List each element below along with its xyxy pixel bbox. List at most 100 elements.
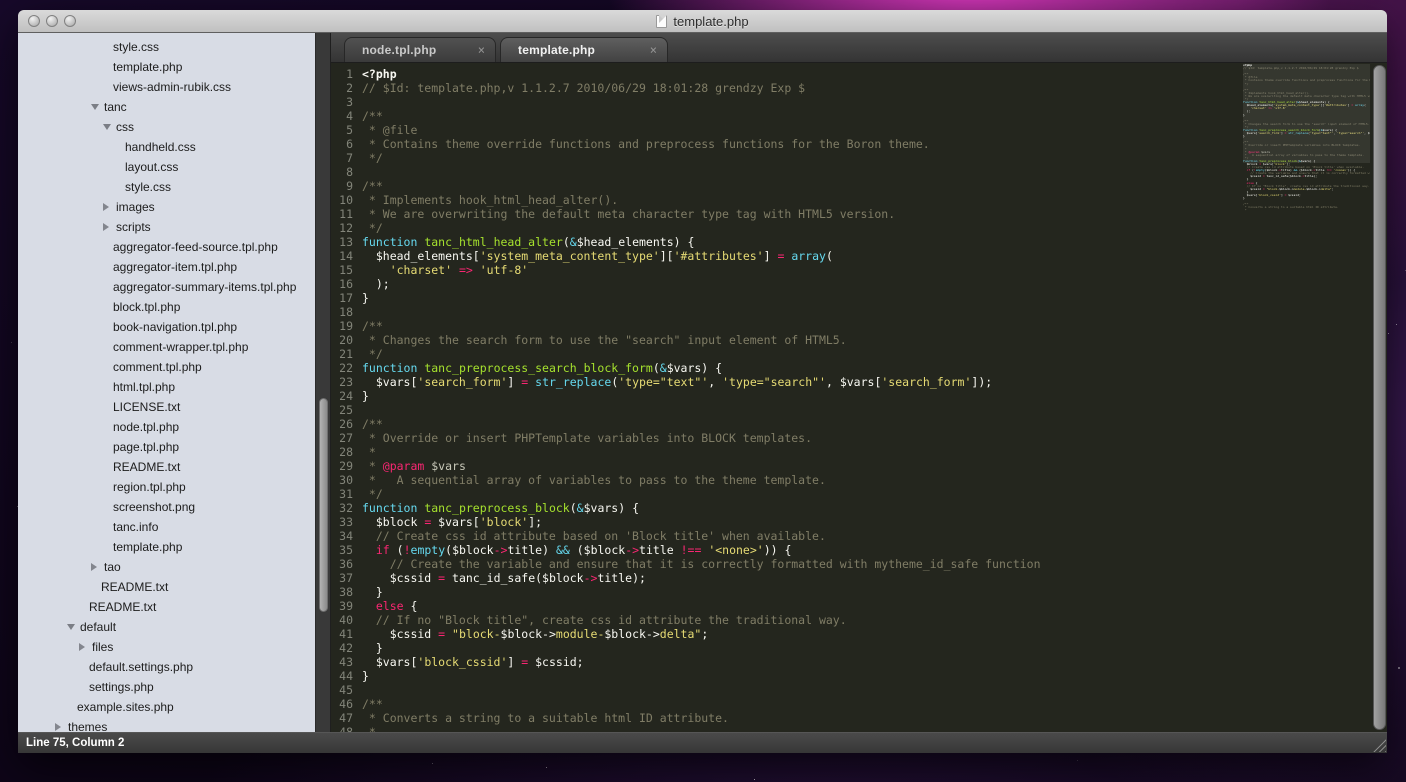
disclosure-triangle-collapsed-icon[interactable] (79, 643, 88, 651)
code-line[interactable]: 31 */ (331, 487, 1387, 501)
code-line[interactable]: 24} (331, 389, 1387, 403)
tree-file-block.tpl.php[interactable]: block.tpl.php (18, 297, 315, 317)
disclosure-triangle-collapsed-icon[interactable] (103, 223, 112, 231)
minimize-window-button[interactable] (46, 15, 58, 27)
code-line[interactable]: 36 // Create the variable and ensure tha… (331, 557, 1387, 571)
tree-folder-tao[interactable]: tao (18, 557, 315, 577)
code-line[interactable]: 26/** (331, 417, 1387, 431)
minimap[interactable]: <?php// $Id: template.php,v 1.1.2.7 2010… (1243, 64, 1370, 216)
tree-file-region.tpl.php[interactable]: region.tpl.php (18, 477, 315, 497)
code-line[interactable]: 1<?php (331, 67, 1387, 81)
disclosure-triangle-collapsed-icon[interactable] (55, 723, 64, 731)
tree-folder-tanc[interactable]: tanc (18, 97, 315, 117)
tree-file-node.tpl.php[interactable]: node.tpl.php (18, 417, 315, 437)
close-window-button[interactable] (28, 15, 40, 27)
code-line[interactable]: 11 * We are overwriting the default meta… (331, 207, 1387, 221)
tree-folder-files[interactable]: files (18, 637, 315, 657)
code-line[interactable]: 8 (331, 165, 1387, 179)
tree-file-LICENSE.txt[interactable]: LICENSE.txt (18, 397, 315, 417)
code-line[interactable]: 39 else { (331, 599, 1387, 613)
code-line[interactable]: 40 // If no "Block title", create css id… (331, 613, 1387, 627)
editor-scrollbar-track[interactable] (1373, 65, 1386, 730)
tree-file-README.txt[interactable]: README.txt (18, 597, 315, 617)
tree-file-aggregator-item.tpl.php[interactable]: aggregator-item.tpl.php (18, 257, 315, 277)
code-line[interactable]: 14 $head_elements['system_meta_content_t… (331, 249, 1387, 263)
tree-folder-css[interactable]: css (18, 117, 315, 137)
tree-file-page.tpl.php[interactable]: page.tpl.php (18, 437, 315, 457)
tab-node.tpl.php[interactable]: node.tpl.php× (344, 37, 496, 62)
tree-file-screenshot.png[interactable]: screenshot.png (18, 497, 315, 517)
code-line[interactable]: 43 $vars['block_cssid'] = $cssid; (331, 655, 1387, 669)
minimap-viewport-indicator[interactable] (1243, 64, 1370, 163)
tree-file-style.css[interactable]: style.css (18, 37, 315, 57)
disclosure-triangle-expanded-icon[interactable] (67, 624, 76, 630)
code-line[interactable]: 28 * (331, 445, 1387, 459)
code-line[interactable]: 4/** (331, 109, 1387, 123)
resize-grip[interactable] (1369, 735, 1386, 752)
code-line[interactable]: 45 (331, 683, 1387, 697)
code-editor[interactable]: 1<?php2// $Id: template.php,v 1.1.2.7 20… (331, 63, 1387, 732)
code-line[interactable]: 18 (331, 305, 1387, 319)
code-line[interactable]: 20 * Changes the search form to use the … (331, 333, 1387, 347)
tree-file-template.php[interactable]: template.php (18, 537, 315, 557)
tree-file-handheld.css[interactable]: handheld.css (18, 137, 315, 157)
code-line[interactable]: 10 * Implements hook_html_head_alter(). (331, 193, 1387, 207)
editor-scrollbar-thumb[interactable] (1373, 65, 1386, 730)
code-line[interactable]: 41 $cssid = "block-$block->module-$block… (331, 627, 1387, 641)
code-line[interactable]: 34 // Create css id attribute based on '… (331, 529, 1387, 543)
tree-folder-scripts[interactable]: scripts (18, 217, 315, 237)
code-line[interactable]: 22function tanc_preprocess_search_block_… (331, 361, 1387, 375)
tree-file-example.sites.php[interactable]: example.sites.php (18, 697, 315, 717)
code-line[interactable]: 30 * A sequential array of variables to … (331, 473, 1387, 487)
tree-file-tanc.info[interactable]: tanc.info (18, 517, 315, 537)
tree-file-template.php[interactable]: template.php (18, 57, 315, 77)
code-line[interactable]: 44} (331, 669, 1387, 683)
code-line[interactable]: 12 */ (331, 221, 1387, 235)
code-line[interactable]: 33 $block = $vars['block']; (331, 515, 1387, 529)
code-line[interactable]: 27 * Override or insert PHPTemplate vari… (331, 431, 1387, 445)
sidebar-scrollbar-track[interactable] (315, 33, 331, 732)
tab-close-icon[interactable]: × (478, 43, 485, 57)
code-line[interactable]: 16 ); (331, 277, 1387, 291)
tree-file-html.tpl.php[interactable]: html.tpl.php (18, 377, 315, 397)
disclosure-triangle-collapsed-icon[interactable] (103, 203, 112, 211)
code-line[interactable]: 32function tanc_preprocess_block(&$vars)… (331, 501, 1387, 515)
tree-file-aggregator-feed-source.tpl.php[interactable]: aggregator-feed-source.tpl.php (18, 237, 315, 257)
sidebar-scrollbar-thumb[interactable] (319, 398, 328, 612)
code-line[interactable]: 19/** (331, 319, 1387, 333)
disclosure-triangle-expanded-icon[interactable] (103, 124, 112, 130)
code-line[interactable]: 47 * Converts a string to a suitable htm… (331, 711, 1387, 725)
code-line[interactable]: 7 */ (331, 151, 1387, 165)
tree-file-aggregator-summary-items.tpl.php[interactable]: aggregator-summary-items.tpl.php (18, 277, 315, 297)
code-line[interactable]: 46/** (331, 697, 1387, 711)
disclosure-triangle-collapsed-icon[interactable] (91, 563, 100, 571)
code-line[interactable]: 6 * Contains theme override functions an… (331, 137, 1387, 151)
code-line[interactable]: 5 * @file (331, 123, 1387, 137)
tree-file-book-navigation.tpl.php[interactable]: book-navigation.tpl.php (18, 317, 315, 337)
tree-file-README.txt[interactable]: README.txt (18, 577, 315, 597)
tab-close-icon[interactable]: × (650, 43, 657, 57)
tree-file-default.settings.php[interactable]: default.settings.php (18, 657, 315, 677)
tree-file-comment-wrapper.tpl.php[interactable]: comment-wrapper.tpl.php (18, 337, 315, 357)
tree-folder-themes[interactable]: themes (18, 717, 315, 732)
code-line[interactable]: 38 } (331, 585, 1387, 599)
tree-file-layout.css[interactable]: layout.css (18, 157, 315, 177)
tree-file-settings.php[interactable]: settings.php (18, 677, 315, 697)
tree-file-README.txt[interactable]: README.txt (18, 457, 315, 477)
code-line[interactable]: 3 (331, 95, 1387, 109)
tree-folder-images[interactable]: images (18, 197, 315, 217)
code-line[interactable]: 29 * @param $vars (331, 459, 1387, 473)
tree-file-views-admin-rubik.css[interactable]: views-admin-rubik.css (18, 77, 315, 97)
code-line[interactable]: 25 (331, 403, 1387, 417)
code-line[interactable]: 17} (331, 291, 1387, 305)
code-line[interactable]: 13function tanc_html_head_alter(&$head_e… (331, 235, 1387, 249)
code-line[interactable]: 37 $cssid = tanc_id_safe($block->title); (331, 571, 1387, 585)
zoom-window-button[interactable] (64, 15, 76, 27)
code-line[interactable]: 48 * (331, 725, 1387, 732)
code-line[interactable]: 23 $vars['search_form'] = str_replace('t… (331, 375, 1387, 389)
code-line[interactable]: 35 if (!empty($block->title) && ($block-… (331, 543, 1387, 557)
code-line[interactable]: 2// $Id: template.php,v 1.1.2.7 2010/06/… (331, 81, 1387, 95)
title-bar[interactable]: template.php (18, 10, 1387, 33)
code-line[interactable]: 9/** (331, 179, 1387, 193)
disclosure-triangle-expanded-icon[interactable] (91, 104, 100, 110)
